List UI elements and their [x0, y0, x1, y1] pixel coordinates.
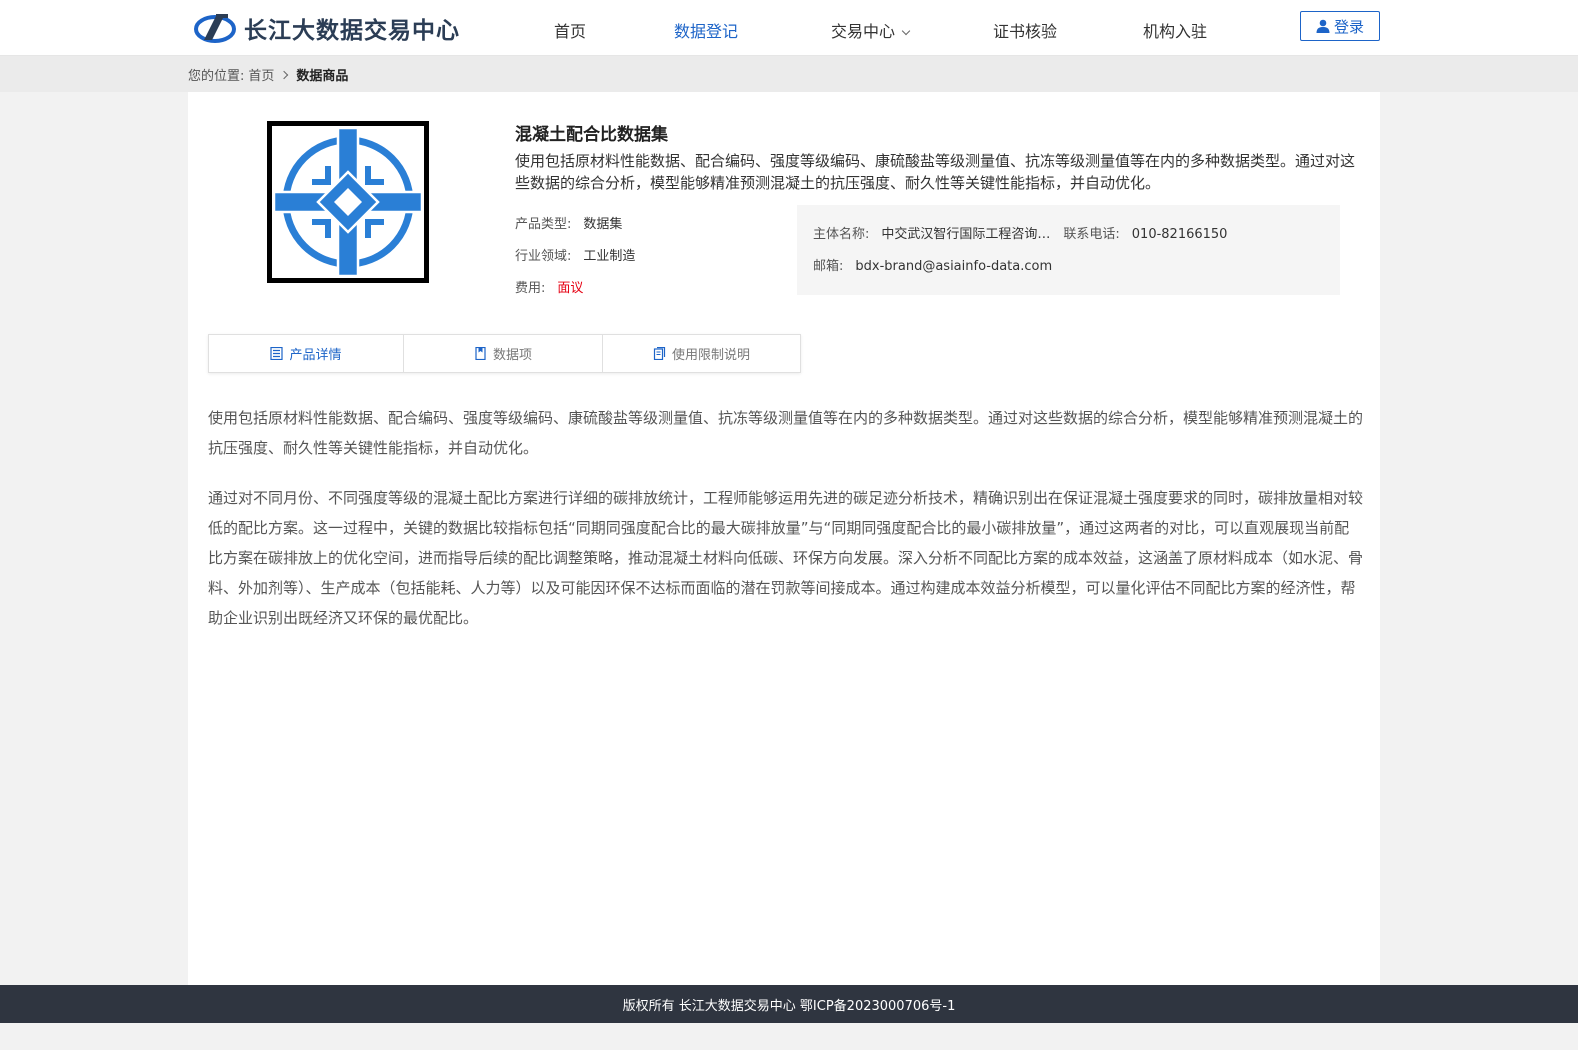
tab-data-items[interactable]: 数据项 — [404, 335, 603, 372]
nav-trading-center-label: 交易中心 — [831, 22, 896, 41]
tab-usage-restrictions[interactable]: 使用限制说明 — [603, 335, 800, 372]
detail-tabs: 产品详情 数据项 使用限制说明 — [208, 334, 801, 373]
contact-org-row: 主体名称: 中交武汉智行国际工程咨询有限公司联系电话: 010-82166150 — [813, 223, 1227, 242]
tab-usage-restrictions-label: 使用限制说明 — [671, 348, 750, 363]
contact-email-label: 邮箱: — [813, 259, 844, 274]
meta-fee-value: 面议 — [557, 281, 584, 296]
contact-org-label: 主体名称: — [813, 227, 870, 242]
chevron-down-icon — [901, 26, 911, 36]
detail-paragraph-1: 使用包括原材料性能数据、配合编码、强度等级编码、康硫酸盐等级测量值、抗冻等级测量… — [208, 409, 1364, 457]
login-button[interactable]: 登录 — [1300, 11, 1380, 41]
contact-phone-value: 010-82166150 — [1131, 227, 1228, 242]
login-label: 登录 — [1333, 17, 1364, 36]
user-icon — [1316, 19, 1330, 33]
contact-phone-label: 联系电话: — [1063, 227, 1120, 242]
nav-trading-center[interactable]: 交易中心 — [831, 18, 911, 42]
tab-product-details[interactable]: 产品详情 — [209, 335, 404, 372]
list-icon — [270, 347, 284, 360]
contact-box: 主体名称: 中交武汉智行国际工程咨询有限公司联系电话: 010-82166150 邮… — [797, 205, 1340, 295]
chevron-right-icon — [280, 70, 289, 79]
breadcrumb-prefix: 您的位置: — [188, 69, 245, 84]
meta-domain-value: 工业制造 — [583, 249, 636, 264]
nav-institution-join[interactable]: 机构入驻 — [1143, 18, 1207, 42]
logo-icon — [194, 14, 236, 43]
meta-fee: 费用: 面议 — [515, 277, 583, 296]
footer-copyright: 版权所有 长江大数据交易中心 鄂ICP备2023000706号-1 — [622, 998, 956, 1014]
top-header: 长江大数据交易中心 首页 数据登记 交易中心 证书核验 机构入驻 登录 — [0, 0, 1578, 56]
bookmark-icon — [475, 347, 486, 360]
meta-fee-label: 费用: — [515, 281, 546, 296]
breadcrumb: 您的位置: 首页 数据商品 — [188, 65, 348, 84]
product-image — [267, 121, 429, 283]
product-card: 混凝土配合比数据集 使用包括原材料性能数据、配合编码、强度等级编码、康硫酸盐等级… — [188, 92, 1380, 985]
nav-certificate-verify[interactable]: 证书核验 — [993, 18, 1057, 42]
meta-domain: 行业领域: 工业制造 — [515, 245, 635, 264]
contact-org-value: 中交武汉智行国际工程咨询有限公司 — [881, 227, 1064, 242]
detail-paragraph-2: 通过对不同月份、不同强度等级的混凝土配比方案进行详细的碳排放统计，工程师能够运用… — [208, 489, 1364, 627]
meta-type: 产品类型: 数据集 — [515, 213, 622, 232]
nav-home[interactable]: 首页 — [554, 18, 586, 42]
nav-data-registration[interactable]: 数据登记 — [674, 18, 738, 42]
product-title: 混凝土配合比数据集 — [515, 125, 668, 145]
meta-type-value: 数据集 — [583, 217, 623, 232]
product-logo-icon — [272, 126, 424, 278]
tab-data-items-label: 数据项 — [492, 348, 532, 363]
contact-email-value: bdx-brand@asiainfo-data.com — [855, 259, 1053, 274]
contact-email-row: 邮箱: bdx-brand@asiainfo-data.com — [813, 255, 1052, 274]
footer: 版权所有 长江大数据交易中心 鄂ICP备2023000706号-1 — [0, 985, 1578, 1023]
breadcrumb-home[interactable]: 首页 — [248, 65, 274, 84]
meta-domain-label: 行业领域: — [515, 249, 572, 264]
product-summary: 使用包括原材料性能数据、配合编码、强度等级编码、康硫酸盐等级测量值、抗冻等级测量… — [515, 152, 1356, 192]
logo-text: 长江大数据交易中心 — [244, 18, 460, 44]
meta-type-label: 产品类型: — [515, 217, 572, 232]
breadcrumb-current: 数据商品 — [296, 69, 349, 84]
document-icon — [653, 347, 666, 360]
site-logo[interactable]: 长江大数据交易中心 — [194, 10, 460, 46]
tab-product-details-label: 产品详情 — [289, 348, 342, 363]
